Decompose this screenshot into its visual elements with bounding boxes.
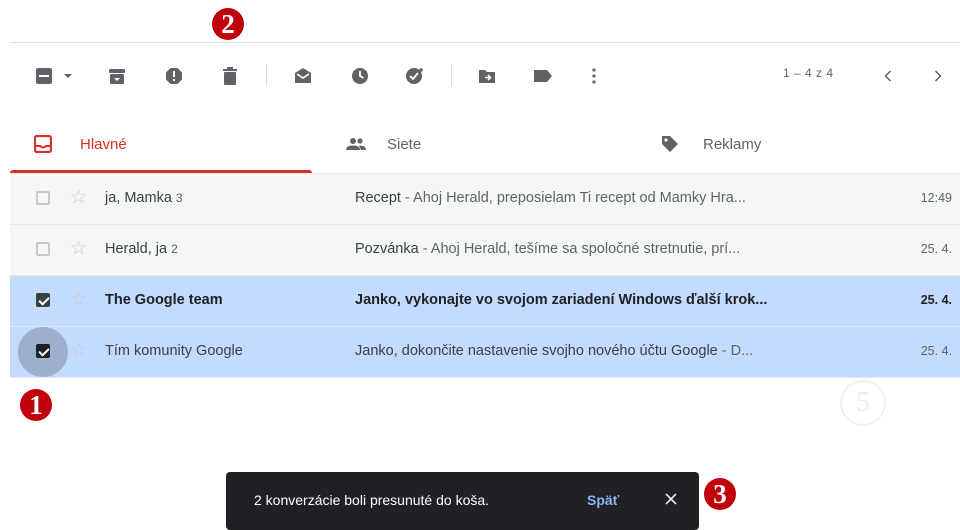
close-icon[interactable]	[657, 485, 685, 513]
tag-icon	[661, 135, 679, 153]
snippet: - Ahoj Herald, preposielam Ti recept od …	[400, 190, 746, 206]
add-to-tasks-icon[interactable]	[401, 56, 429, 96]
step-marker-1: 1	[20, 389, 52, 421]
star-icon[interactable]: ☆	[70, 239, 87, 259]
mark-as-read-icon[interactable]	[290, 56, 316, 96]
toolbar-separator	[266, 64, 267, 86]
subject-line: Pozvánka - Ahoj Herald, tešíme sa spoloč…	[355, 241, 741, 257]
tab-social[interactable]: Siete	[345, 115, 421, 173]
step-marker-3: 3	[704, 478, 736, 510]
snackbar-message: 2 konverzácie boli presunuté do koša.	[254, 492, 490, 508]
tab-label: Reklamy	[703, 135, 762, 153]
inbox-icon	[34, 135, 52, 153]
sender: ja, Mamka 3	[105, 190, 183, 206]
older-page-icon[interactable]	[928, 56, 948, 96]
thread-count: 3	[175, 191, 183, 205]
delete-icon[interactable]	[217, 56, 243, 96]
archive-icon[interactable]	[104, 56, 130, 96]
message-list: ☆ ja, Mamka 3 Recept - Ahoj Herald, prepo…	[10, 174, 960, 378]
select-all-checkbox-icon[interactable]	[32, 56, 56, 96]
report-spam-icon[interactable]	[161, 56, 187, 96]
row-checkbox[interactable]	[36, 344, 50, 358]
table-row[interactable]: ☆ Herald, ja 2 Pozvánka - Ahoj Herald, te…	[10, 225, 960, 276]
row-checkbox[interactable]	[36, 293, 50, 307]
snooze-icon[interactable]	[347, 56, 373, 96]
date: 25. 4.	[920, 242, 952, 256]
select-dropdown-icon[interactable]	[60, 56, 76, 96]
row-checkbox[interactable]	[36, 191, 50, 205]
table-row[interactable]: ☆ The Google team Janko, vykonajte vo sv…	[10, 276, 960, 327]
subject-line: Janko, dokončite nastavenie svojho novéh…	[355, 343, 754, 359]
tab-label: Hlavné	[80, 135, 127, 153]
undo-button[interactable]: Späť	[587, 492, 619, 508]
star-icon[interactable]: ☆	[70, 290, 87, 310]
subject-line: Recept - Ahoj Herald, preposielam Ti rec…	[355, 190, 746, 206]
step-marker-5: 5	[840, 380, 886, 426]
sender: The Google team	[105, 292, 223, 308]
labels-icon[interactable]	[530, 56, 556, 96]
date: 25. 4.	[920, 293, 952, 307]
pagination-text: 1 – 4 z 4	[783, 66, 834, 80]
star-icon[interactable]: ☆	[70, 188, 87, 208]
table-row[interactable]: ☆ ja, Mamka 3 Recept - Ahoj Herald, prepo…	[10, 174, 960, 225]
tab-promotions[interactable]: Reklamy	[661, 115, 761, 173]
snackbar: 2 konverzácie boli presunuté do koša. Sp…	[226, 472, 699, 530]
subject-line: Janko, vykonajte vo svojom zariadení Win…	[355, 292, 768, 308]
sender: Herald, ja 2	[105, 241, 178, 257]
more-icon[interactable]	[584, 56, 604, 96]
top-divider	[10, 42, 960, 43]
category-tabs: Hlavné Siete Reklamy	[10, 115, 960, 175]
star-icon[interactable]: ☆	[70, 341, 87, 361]
date: 25. 4.	[920, 344, 952, 358]
people-icon	[345, 137, 367, 151]
table-row[interactable]: ☆ Tím komunity Google Janko, dokončite n…	[10, 327, 960, 378]
row-checkbox[interactable]	[36, 242, 50, 256]
tab-label: Siete	[387, 135, 422, 153]
tab-primary[interactable]: Hlavné	[34, 115, 127, 173]
toolbar-separator	[451, 64, 452, 86]
thread-count: 2	[171, 242, 178, 256]
snippet: - Ahoj Herald, tešíme sa spoločné stretn…	[418, 241, 741, 257]
step-marker-2: 2	[212, 8, 244, 40]
newer-page-icon[interactable]	[878, 56, 898, 96]
sender: Tím komunity Google	[105, 343, 243, 359]
move-to-icon[interactable]	[474, 56, 500, 96]
date: 12:49	[920, 191, 952, 205]
snippet: - D...	[717, 343, 754, 359]
